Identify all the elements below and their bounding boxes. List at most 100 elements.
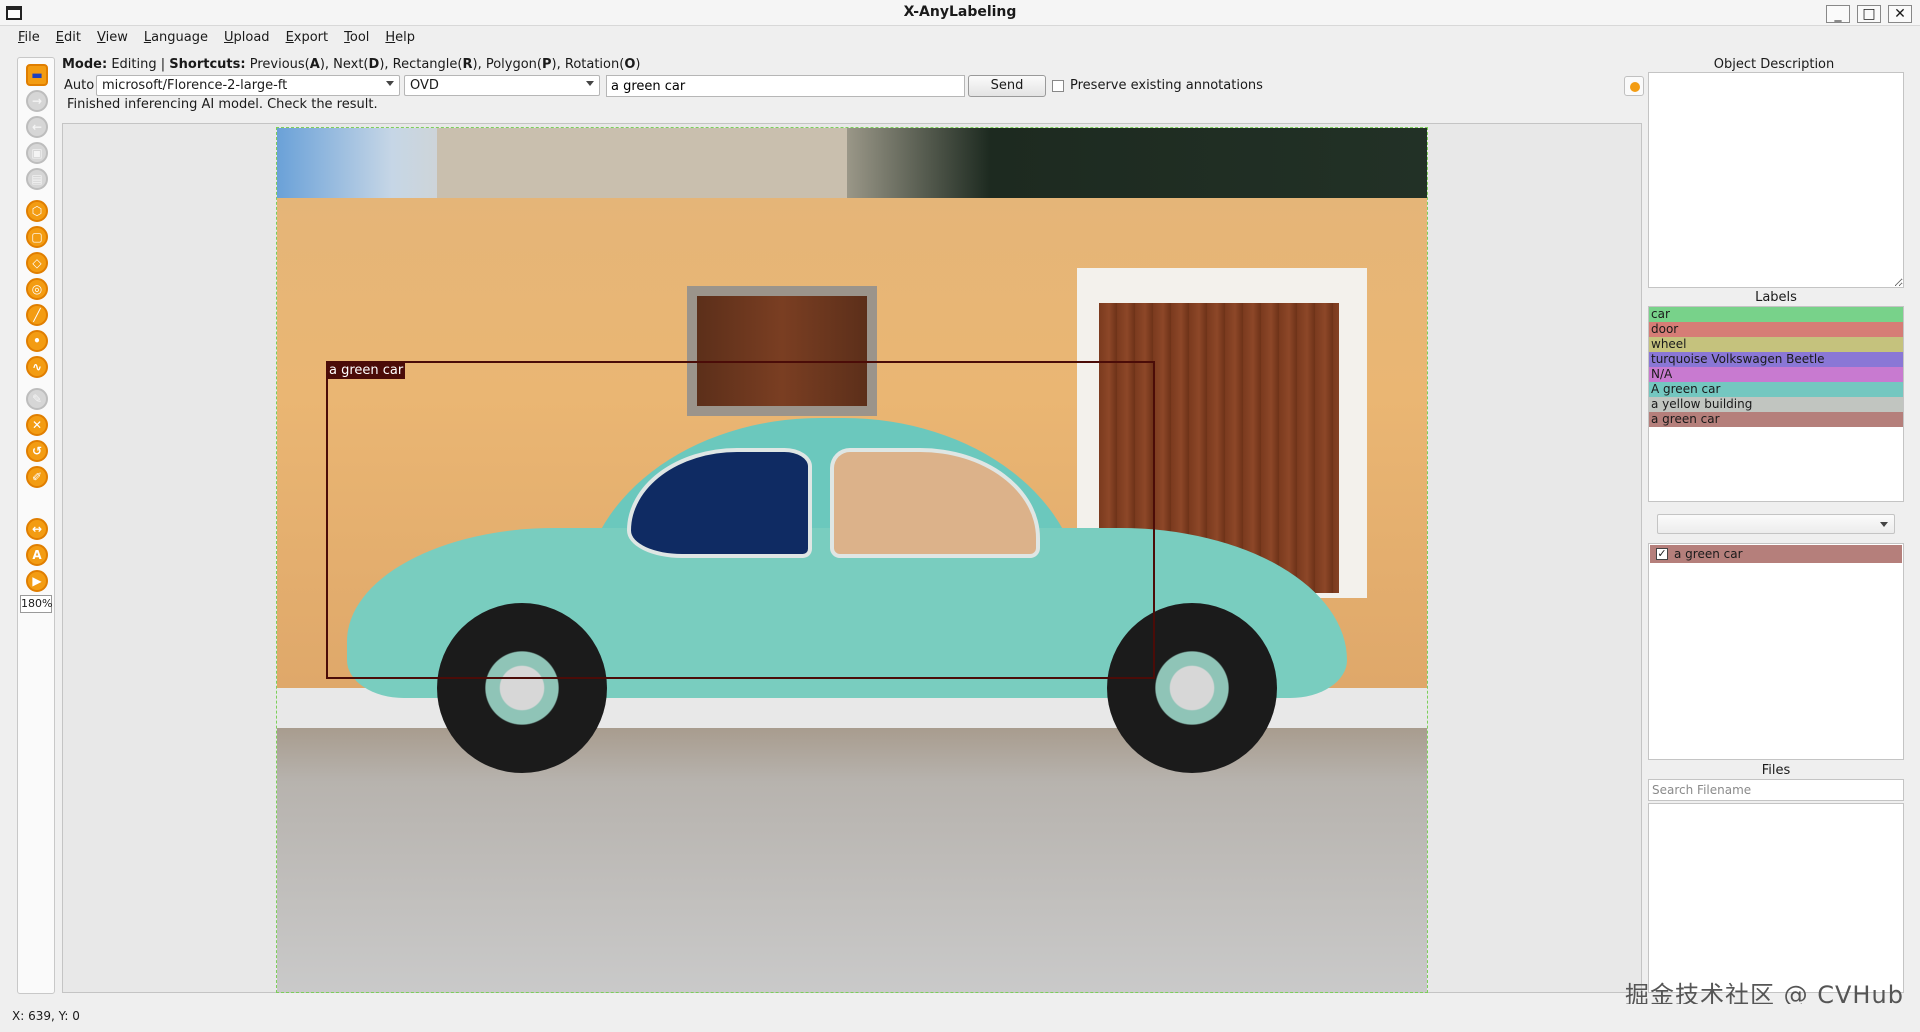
shortcut-key: D xyxy=(368,57,380,72)
prompt-input[interactable] xyxy=(606,75,965,97)
delete-file-icon-glyph: ▤ xyxy=(31,172,43,186)
delete-icon[interactable]: ✕ xyxy=(26,414,48,436)
ai-icon-glyph: A xyxy=(32,548,42,562)
fit-width-icon[interactable]: ↔ xyxy=(26,518,48,540)
maximize-button[interactable]: □ xyxy=(1857,5,1881,23)
mode-shortcuts-line: Mode: Editing | Shortcuts: Previous(A), … xyxy=(62,57,640,72)
title-bar: X-AnyLabeling _ □ ✕ xyxy=(0,0,1920,26)
edit-icon-glyph: ✎ xyxy=(31,392,43,406)
shortcuts-label: Shortcuts: xyxy=(169,57,246,72)
image-photo[interactable]: a green car xyxy=(276,127,1428,993)
run-icon[interactable]: ▶ xyxy=(26,570,48,592)
next-image-icon[interactable]: → xyxy=(26,90,48,112)
model-select[interactable]: microsoft/Florence-2-large-ft xyxy=(96,75,400,96)
mode-label: Mode: xyxy=(62,57,108,72)
left-toolbar: 180% ▬ → ← ▣ ▤ ⬡ ▢ ◇ ◎ ╱ • ∿ ✎ ✕ ↺ ✐ ↔ A ▶ xyxy=(17,57,55,994)
shortcut-text: ), Rotation( xyxy=(551,57,625,72)
brush-icon-glyph: ✐ xyxy=(31,470,43,484)
mode-separator: | xyxy=(160,57,166,72)
annotation-bounding-box[interactable]: a green car xyxy=(326,361,1155,679)
save-icon[interactable]: ▣ xyxy=(26,142,48,164)
preserve-annotations-label: Preserve existing annotations xyxy=(1070,78,1263,93)
shortcut-text: ), Rectangle( xyxy=(379,57,463,72)
preserve-annotations-checkbox[interactable] xyxy=(1052,80,1064,92)
point-icon[interactable]: • xyxy=(26,330,48,352)
prev-image-icon[interactable]: ← xyxy=(26,116,48,138)
rectangle-icon-glyph: ▢ xyxy=(31,230,43,244)
object-description-field[interactable] xyxy=(1648,72,1904,288)
shortcut-key: A xyxy=(309,57,320,72)
shortcut-text: ), Polygon( xyxy=(472,57,543,72)
menu-file[interactable]: File xyxy=(10,30,48,45)
line-icon-glyph: ╱ xyxy=(33,308,41,322)
label-item[interactable]: wheel xyxy=(1649,337,1903,352)
brush-icon[interactable]: ✐ xyxy=(26,466,48,488)
rotation-icon-glyph: ◇ xyxy=(32,256,42,270)
close-auto-panel-button[interactable] xyxy=(1624,76,1644,96)
photo-road xyxy=(277,728,1427,992)
auto-labeling-row: Auto microsoft/Florence-2-large-ft OVD S… xyxy=(62,75,1644,97)
model-select-value: microsoft/Florence-2-large-ft xyxy=(102,78,288,93)
open-folder-icon[interactable]: ▬ xyxy=(26,64,48,86)
save-icon-glyph: ▣ xyxy=(31,146,43,160)
linestrip-icon[interactable]: ∿ xyxy=(26,356,48,378)
status-bar: X: 639, Y: 0 xyxy=(0,1004,1920,1028)
window-title: X-AnyLabeling xyxy=(903,4,1017,20)
edit-icon[interactable]: ✎ xyxy=(26,388,48,410)
object-description-title: Object Description xyxy=(1713,57,1835,72)
task-select-value: OVD xyxy=(410,78,439,93)
task-select[interactable]: OVD xyxy=(404,75,600,96)
line-icon[interactable]: ╱ xyxy=(26,304,48,326)
undo-icon[interactable]: ↺ xyxy=(26,440,48,462)
label-item[interactable]: turquoise Volkswagen Beetle xyxy=(1649,352,1903,367)
send-button[interactable]: Send xyxy=(968,75,1046,97)
shortcut-key: O xyxy=(624,57,636,72)
menu-export[interactable]: Export xyxy=(278,30,337,45)
label-item[interactable]: N/A xyxy=(1649,367,1903,382)
ai-icon[interactable]: A xyxy=(26,544,48,566)
label-item[interactable]: a green car xyxy=(1649,412,1903,427)
chevron-down-icon xyxy=(1880,522,1888,527)
files-search-input[interactable] xyxy=(1648,779,1904,801)
chevron-down-icon xyxy=(386,81,394,86)
circle-icon[interactable]: ◎ xyxy=(26,278,48,300)
menu-language[interactable]: Language xyxy=(136,30,216,45)
mode-value: Editing xyxy=(111,57,157,72)
rotation-icon[interactable]: ◇ xyxy=(26,252,48,274)
polygon-icon-glyph: ⬡ xyxy=(31,204,43,218)
files-title: Files xyxy=(1761,763,1791,778)
labels-list: car door wheel turquoise Volkswagen Beetle N… xyxy=(1648,306,1904,502)
linestrip-icon-glyph: ∿ xyxy=(31,360,43,374)
delete-file-icon[interactable]: ▤ xyxy=(26,168,48,190)
label-item[interactable]: A green car xyxy=(1649,382,1903,397)
label-item[interactable]: car xyxy=(1649,307,1903,322)
undo-icon-glyph: ↺ xyxy=(31,444,43,458)
zoom-level-field[interactable]: 180% xyxy=(20,595,52,613)
instance-label: a green car xyxy=(1674,547,1743,561)
shortcut-key: P xyxy=(542,57,552,72)
files-list[interactable] xyxy=(1648,803,1904,993)
rectangle-icon[interactable]: ▢ xyxy=(26,226,48,248)
annotation-canvas[interactable]: a green car xyxy=(62,123,1642,993)
menu-upload[interactable]: Upload xyxy=(216,30,278,45)
instance-visibility-checkbox[interactable]: ✓ xyxy=(1656,548,1668,560)
close-button[interactable]: ✕ xyxy=(1888,5,1912,23)
menu-bar: File Edit View Language Upload Export To… xyxy=(0,26,1920,48)
cursor-coordinates: X: 639, Y: 0 xyxy=(12,1009,80,1023)
label-item[interactable]: a yellow building xyxy=(1649,397,1903,412)
menu-view[interactable]: View xyxy=(89,30,136,45)
menu-edit[interactable]: Edit xyxy=(48,30,89,45)
menu-help[interactable]: Help xyxy=(377,30,423,45)
labels-title: Labels xyxy=(1755,290,1797,305)
label-item[interactable]: door xyxy=(1649,322,1903,337)
minimize-button[interactable]: _ xyxy=(1826,5,1850,23)
label-filter-dropdown[interactable] xyxy=(1657,514,1895,534)
inference-status-message: Finished inferencing AI model. Check the… xyxy=(67,97,378,112)
polygon-icon[interactable]: ⬡ xyxy=(26,200,48,222)
shortcut-text: ), Next( xyxy=(319,57,369,72)
point-icon-glyph: • xyxy=(33,334,41,348)
menu-tool[interactable]: Tool xyxy=(336,30,377,45)
annotation-label-tag: a green car xyxy=(327,362,406,379)
instance-item[interactable]: ✓ a green car xyxy=(1650,545,1902,563)
shortcut-text: ) xyxy=(635,57,641,72)
